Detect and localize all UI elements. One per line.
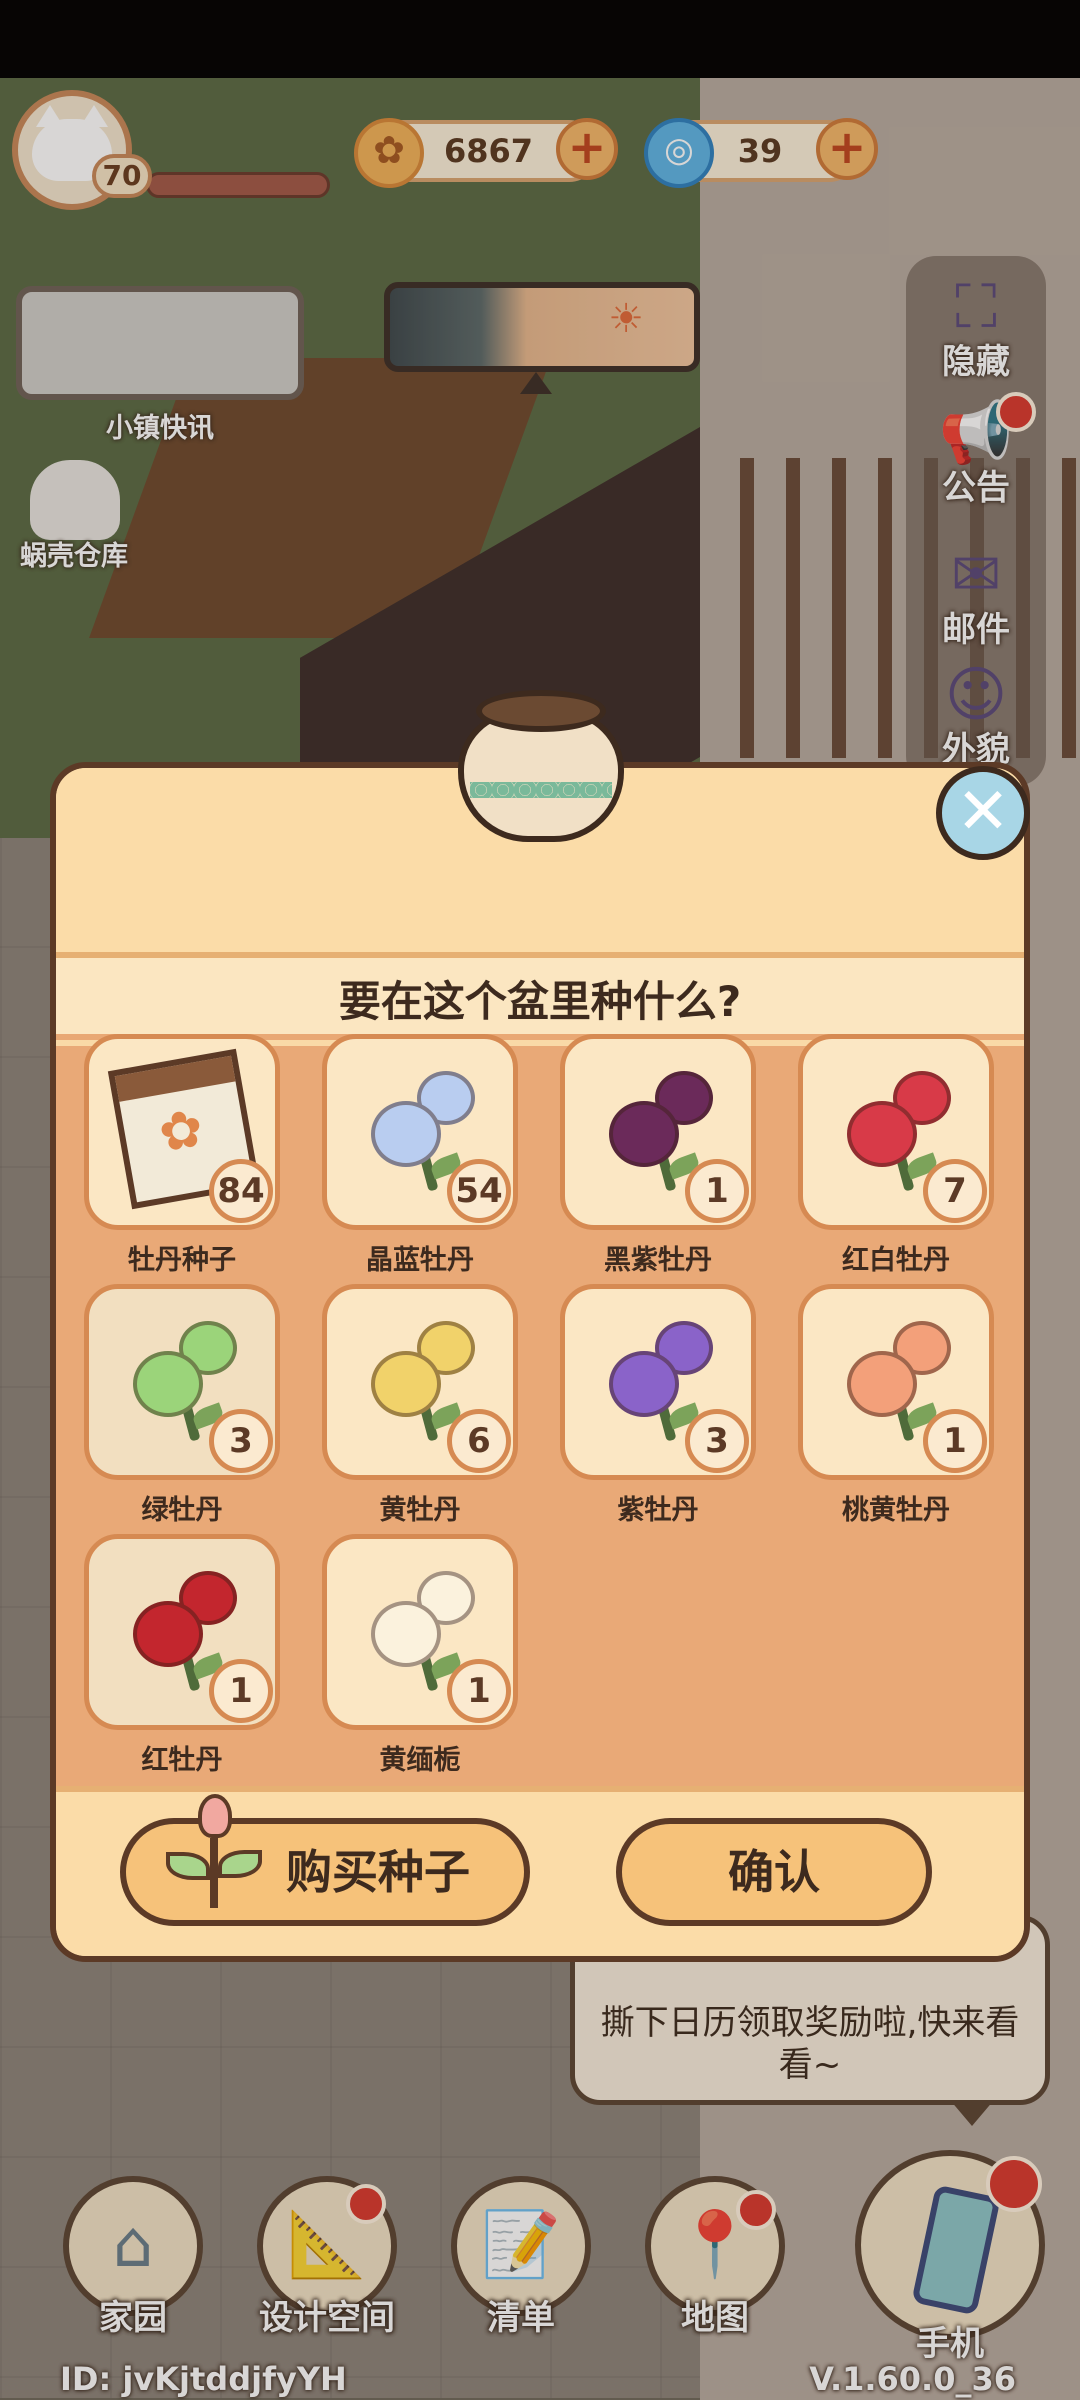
seed-count-badge: 6 bbox=[447, 1409, 511, 1473]
buy-seeds-label: 购买种子 bbox=[286, 1845, 470, 1899]
seed-count-badge: 1 bbox=[685, 1159, 749, 1223]
seed-count-badge: 54 bbox=[447, 1159, 511, 1223]
seed-name: 牡丹种子 bbox=[128, 1245, 236, 1276]
seed-option[interactable]: 1 bbox=[322, 1534, 518, 1730]
seed-count-badge: 1 bbox=[209, 1659, 273, 1723]
seed-name: 紫牡丹 bbox=[617, 1495, 699, 1526]
dialog-question: 要在这个盆里种什么? bbox=[338, 977, 742, 1026]
seed-name: 黑紫牡丹 bbox=[604, 1245, 712, 1276]
seed-count-badge: 1 bbox=[923, 1409, 987, 1473]
seed-count-badge: 3 bbox=[209, 1409, 273, 1473]
confirm-button[interactable]: 确认 bbox=[616, 1818, 932, 1926]
flower-pot-icon bbox=[458, 690, 624, 850]
seed-name: 晶蓝牡丹 bbox=[366, 1245, 474, 1276]
seed-count-badge: 3 bbox=[685, 1409, 749, 1473]
seed-count-badge: 84 bbox=[209, 1159, 273, 1223]
seed-count-badge: 7 bbox=[923, 1159, 987, 1223]
seed-name: 红白牡丹 bbox=[842, 1245, 950, 1276]
seed-option[interactable]: 84 bbox=[84, 1034, 280, 1230]
seed-option[interactable]: 3 bbox=[84, 1284, 280, 1480]
seed-option[interactable]: 6 bbox=[322, 1284, 518, 1480]
sprout-icon bbox=[166, 1794, 262, 1924]
seed-option[interactable]: 1 bbox=[798, 1284, 994, 1480]
seed-option[interactable]: 1 bbox=[560, 1034, 756, 1230]
seed-option[interactable]: 7 bbox=[798, 1034, 994, 1230]
seed-name: 绿牡丹 bbox=[141, 1495, 223, 1526]
seed-name: 红牡丹 bbox=[141, 1745, 223, 1776]
seed-name: 黄缅栀 bbox=[379, 1745, 461, 1776]
seed-name: 黄牡丹 bbox=[379, 1495, 461, 1526]
seed-option[interactable]: 1 bbox=[84, 1534, 280, 1730]
seed-name: 桃黄牡丹 bbox=[842, 1495, 950, 1526]
seed-option[interactable]: 54 bbox=[322, 1034, 518, 1230]
close-button[interactable]: ✕ bbox=[936, 766, 1030, 860]
seed-option[interactable]: 3 bbox=[560, 1284, 756, 1480]
buy-seeds-button[interactable]: 购买种子 bbox=[120, 1794, 530, 1926]
seed-count-badge: 1 bbox=[447, 1659, 511, 1723]
